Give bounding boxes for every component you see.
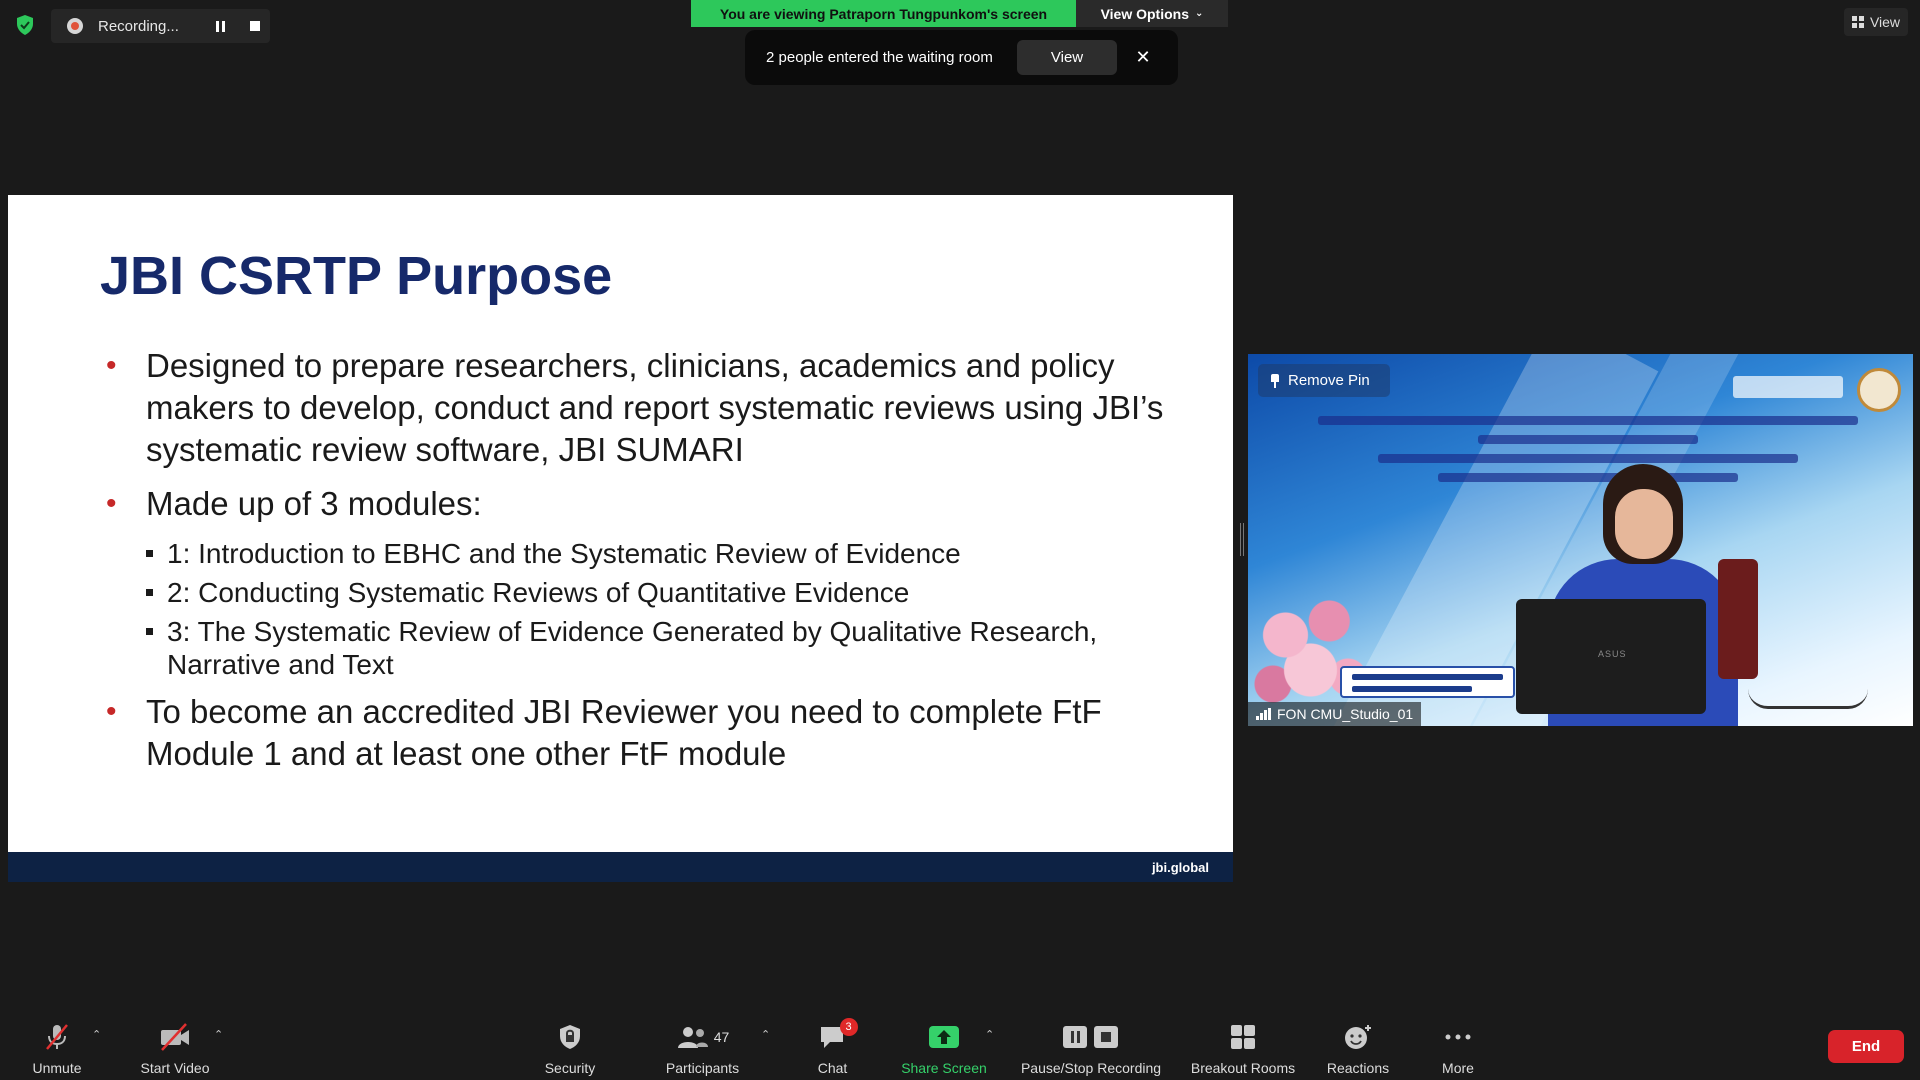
panel-splitter-handle[interactable]	[1240, 523, 1244, 556]
close-icon[interactable]: ✕	[1133, 47, 1153, 68]
view-layout-button[interactable]: View	[1844, 8, 1908, 36]
shield-icon	[557, 1020, 583, 1054]
chair	[1718, 559, 1758, 679]
breakout-rooms-icon	[1229, 1020, 1257, 1054]
view-options-button[interactable]: View Options ⌄	[1076, 0, 1228, 27]
security-button[interactable]: Security	[530, 1010, 610, 1080]
smiley-plus-icon	[1343, 1020, 1373, 1054]
unmute-button[interactable]: Unmute	[22, 1010, 92, 1080]
laptop: ASUS	[1516, 599, 1706, 714]
remove-pin-label: Remove Pin	[1288, 372, 1370, 389]
participants-options-caret[interactable]: ⌃	[761, 1028, 770, 1041]
participant-video-tile[interactable]: ASUS Remove Pin FON CMU_Studio_01	[1248, 354, 1913, 726]
chat-unread-badge: 3	[839, 1018, 858, 1036]
slide-sub-bullet: 3: The Systematic Review of Evidence Gen…	[100, 615, 1180, 681]
jbi-logo	[1733, 376, 1843, 398]
breakout-rooms-button[interactable]: Breakout Rooms	[1182, 1010, 1304, 1080]
pin-icon	[1270, 373, 1280, 388]
grid-icon	[1851, 16, 1864, 28]
participants-count: 47	[713, 1029, 730, 1045]
presenter-nameplate	[1340, 666, 1515, 698]
chat-bubble-icon: 3	[818, 1018, 858, 1054]
more-dots-icon	[1443, 1020, 1473, 1054]
recording-indicator: Recording...	[51, 9, 270, 43]
view-options-label: View Options	[1100, 5, 1190, 22]
view-layout-label: View	[1869, 14, 1901, 30]
slide-title: JBI CSRTP Purpose	[100, 246, 613, 306]
pause-icon[interactable]	[216, 20, 225, 32]
recording-label: Recording...	[98, 17, 179, 35]
pause-stop-recording-button[interactable]: Pause/Stop Recording	[1010, 1010, 1172, 1080]
video-options-caret[interactable]: ⌃	[214, 1028, 223, 1041]
start-video-button[interactable]: Start Video	[130, 1010, 220, 1080]
microphone-muted-icon	[42, 1020, 72, 1054]
waiting-room-view-button[interactable]: View	[1017, 40, 1117, 75]
share-screen-button[interactable]: Share Screen	[893, 1010, 995, 1080]
chevron-down-icon: ⌄	[1195, 8, 1204, 19]
stop-icon[interactable]	[250, 21, 260, 31]
remove-pin-button[interactable]: Remove Pin	[1258, 364, 1390, 397]
participants-button[interactable]: 47 Participants	[655, 1010, 750, 1080]
viewing-screen-banner: You are viewing Patraporn Tungpunkom's s…	[691, 0, 1076, 27]
participant-name-label: FON CMU_Studio_01	[1248, 702, 1422, 726]
share-options-caret[interactable]: ⌃	[985, 1028, 994, 1041]
chat-button[interactable]: 3 Chat	[805, 1010, 860, 1080]
waiting-room-notification: 2 people entered the waiting room View ✕	[745, 30, 1178, 85]
slide-bullet: Made up of 3 modules:	[100, 483, 1180, 525]
more-button[interactable]: More	[1428, 1010, 1488, 1080]
meeting-toolbar: Unmute ⌃ Start Video ⌃ Security 47 Parti…	[0, 1010, 1920, 1080]
slide-footer-text: jbi.global	[1151, 859, 1209, 875]
viewing-screen-text: You are viewing Patraporn Tungpunkom's s…	[719, 5, 1048, 22]
signal-strength-icon	[1256, 708, 1271, 720]
video-camera-off-icon	[158, 1020, 192, 1054]
share-screen-arrow-icon	[928, 1020, 960, 1054]
participants-icon: 47	[676, 1020, 730, 1054]
university-seal-logo	[1857, 368, 1901, 412]
participant-name: FON CMU_Studio_01	[1277, 706, 1414, 722]
slide-bullet: To become an accredited JBI Reviewer you…	[100, 691, 1180, 775]
slide-footer: jbi.global	[8, 852, 1233, 882]
slide-sub-bullet: 1: Introduction to EBHC and the Systemat…	[100, 537, 1180, 570]
shield-check-icon[interactable]	[14, 14, 36, 36]
unmute-options-caret[interactable]: ⌃	[92, 1028, 101, 1041]
shared-screen-slide: JBI CSRTP Purpose Designed to prepare re…	[8, 195, 1233, 852]
end-meeting-button[interactable]: End	[1828, 1030, 1904, 1063]
reactions-button[interactable]: Reactions	[1318, 1010, 1398, 1080]
flower-bouquet	[1248, 579, 1373, 719]
record-dot-icon	[67, 18, 83, 34]
slide-sub-bullets: 1: Introduction to EBHC and the Systemat…	[100, 537, 1180, 681]
waiting-room-text: 2 people entered the waiting room	[766, 49, 993, 66]
slide-bullet: Designed to prepare researchers, clinici…	[100, 345, 1180, 471]
pause-stop-recording-icon	[1061, 1020, 1121, 1054]
slide-bullets: Designed to prepare researchers, clinici…	[100, 345, 1180, 787]
slide-sub-bullet: 2: Conducting Systematic Reviews of Quan…	[100, 576, 1180, 609]
